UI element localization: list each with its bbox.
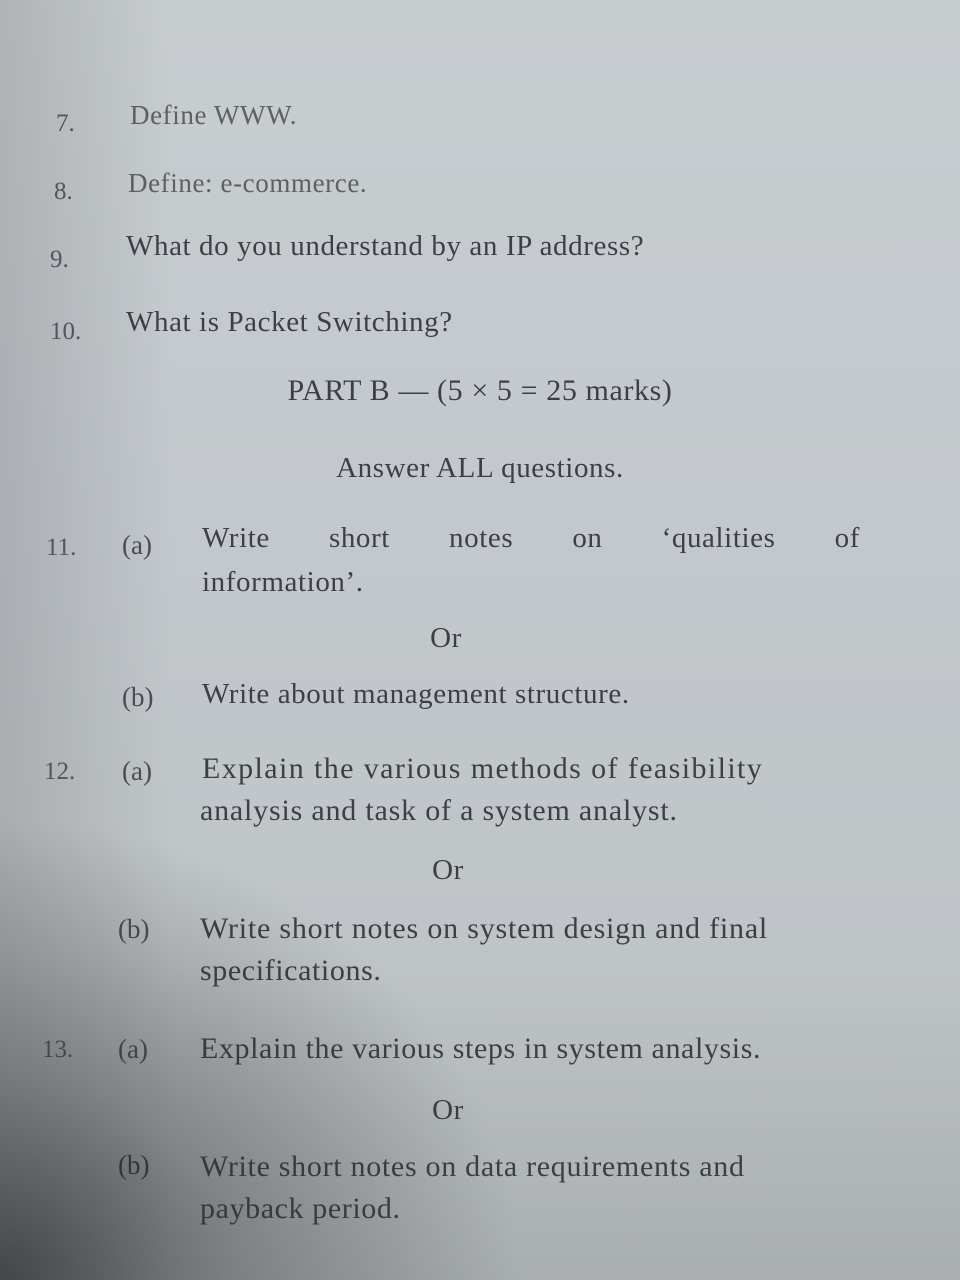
question-text: What is Packet Switching?: [126, 306, 453, 338]
sub-label: (a): [122, 756, 152, 786]
question-number: 12.: [44, 758, 76, 785]
word: short: [328, 522, 390, 554]
word: on: [572, 522, 603, 554]
part-b-heading: PART B — (5 × 5 = 25 marks): [287, 374, 673, 407]
question-text: Define: e-commerce.: [128, 168, 368, 198]
sub-label: (b): [118, 914, 150, 944]
question-text: specifications.: [200, 954, 382, 987]
sub-label: (a): [118, 1034, 148, 1064]
question-text: payback period.: [200, 1192, 401, 1225]
part-b-instruction: Answer ALL questions.: [336, 452, 624, 484]
question-text: What do you understand by an IP address?: [126, 230, 645, 262]
question-number: 10.: [50, 318, 82, 345]
question-number: 13.: [42, 1036, 74, 1063]
word: Write: [202, 522, 270, 554]
question-text: Define WWW.: [130, 100, 298, 130]
sub-label: (a): [122, 530, 152, 560]
question-number: 11.: [46, 534, 77, 561]
word: notes: [449, 522, 514, 554]
question-text: Explain the various steps in system anal…: [200, 1032, 762, 1065]
question-text: Write short notes on data requirements a…: [200, 1150, 745, 1183]
question-text-justified: Write short notes on ‘qualities of: [202, 522, 860, 555]
question-number: 7.: [56, 110, 75, 137]
or-separator: Or: [430, 622, 462, 654]
or-separator: Or: [432, 1094, 464, 1126]
question-text: Write short notes on system design and f…: [200, 912, 769, 945]
sub-label: (b): [122, 682, 154, 712]
or-separator: Or: [432, 854, 464, 886]
question-text: Explain the various methods of feasibili…: [202, 752, 764, 785]
question-text: analysis and task of a system analyst.: [200, 794, 678, 827]
question-text: information’.: [202, 566, 364, 598]
question-text: Write about management structure.: [202, 678, 630, 710]
sub-label: (b): [118, 1150, 150, 1180]
word: ‘qualities: [661, 522, 776, 554]
question-number: 9.: [50, 246, 69, 273]
question-number: 8.: [54, 178, 73, 205]
word: of: [834, 522, 860, 554]
